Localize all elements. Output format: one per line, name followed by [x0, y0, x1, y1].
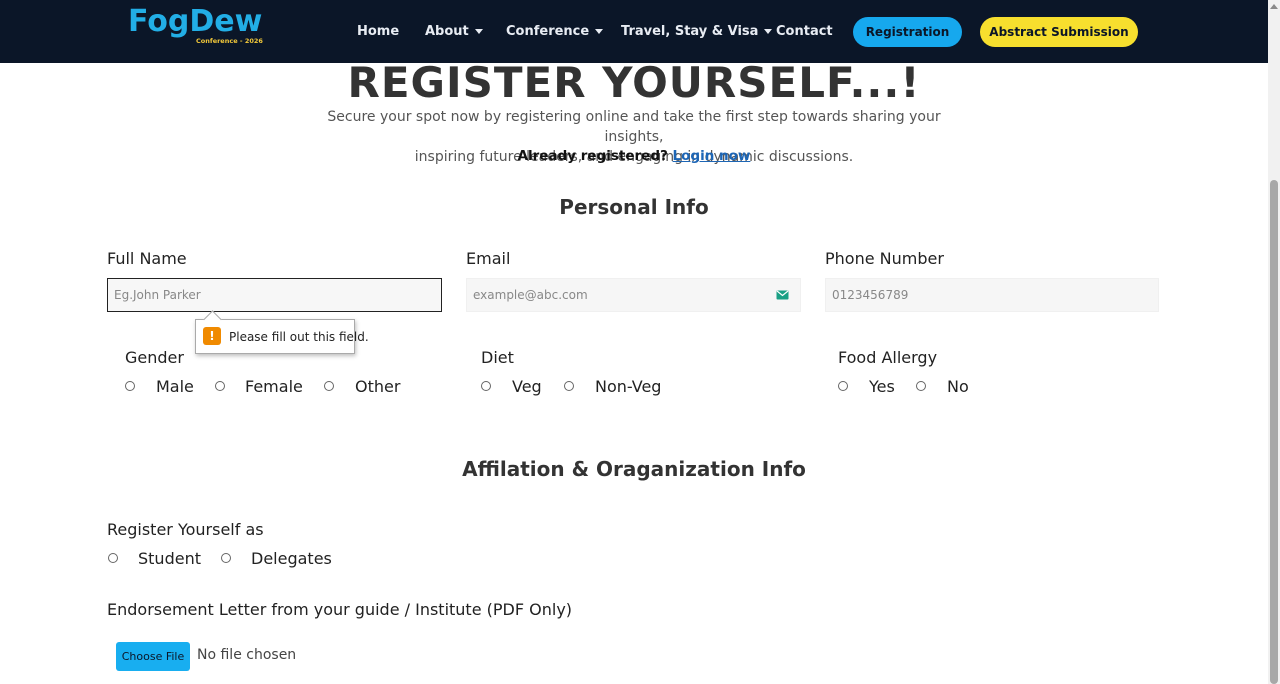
nav-home[interactable]: Home [357, 24, 399, 39]
page-title: REGISTER YOURSELF...! [347, 58, 921, 107]
nav-conference[interactable]: Conference [506, 24, 604, 39]
allergy-no-radio[interactable] [916, 381, 926, 391]
nav-about[interactable]: About [425, 24, 483, 39]
already-registered-text: Already registered? [517, 148, 668, 164]
logo[interactable]: FogDew Conference - 2026 [128, 4, 268, 48]
scrollbar[interactable] [1268, 0, 1280, 684]
gender-other-radio[interactable] [324, 381, 334, 391]
full-name-label: Full Name [107, 249, 187, 268]
already-registered: Already registered? Login now [0, 148, 1268, 164]
gender-label: Gender [125, 348, 184, 367]
warning-icon: ! [203, 327, 221, 345]
nav-travel[interactable]: Travel, Stay & Visa [621, 24, 773, 39]
gender-female-radio[interactable] [215, 381, 225, 391]
subtitle-line-1: Secure your spot now by registering onli… [327, 109, 941, 145]
login-link[interactable]: Login now [673, 148, 751, 164]
choose-file-button[interactable]: Choose File [116, 642, 190, 671]
register-student-label: Student [138, 549, 201, 568]
phone-label: Phone Number [825, 249, 944, 268]
allergy-yes-label: Yes [869, 377, 895, 396]
register-delegates-label: Delegates [251, 549, 332, 568]
abstract-submission-button[interactable]: Abstract Submission [980, 17, 1138, 47]
register-as-label: Register Yourself as [107, 520, 264, 539]
affiliation-heading: Affilation & Oraganization Info [462, 457, 806, 481]
register-delegates-radio[interactable] [221, 553, 231, 563]
endorsement-label: Endorsement Letter from your guide / Ins… [107, 600, 573, 619]
site-header: FogDew Conference - 2026 Home About Conf… [0, 0, 1268, 63]
chevron-down-icon [764, 29, 773, 34]
envelope-icon [776, 290, 789, 300]
email-label: Email [466, 249, 511, 268]
email-input[interactable]: example@abc.com [466, 278, 801, 312]
diet-nonveg-radio[interactable] [564, 381, 574, 391]
phone-input[interactable]: 0123456789 [825, 278, 1159, 312]
diet-veg-label: Veg [512, 377, 542, 396]
allergy-yes-radio[interactable] [838, 381, 848, 391]
nav-contact[interactable]: Contact [776, 24, 833, 39]
scroll-up-arrow-icon[interactable] [1270, 4, 1278, 9]
registration-button[interactable]: Registration [853, 17, 962, 47]
food-allergy-label: Food Allergy [838, 348, 938, 367]
chevron-down-icon [474, 29, 483, 34]
logo-subtitle: Conference - 2026 [196, 37, 263, 45]
gender-other-label: Other [355, 377, 401, 396]
validation-message: Please fill out this field. [229, 330, 369, 344]
validation-tooltip: ! Please fill out this field. [195, 319, 369, 354]
logo-text: FogDew [128, 4, 263, 39]
diet-nonveg-label: Non-Veg [595, 377, 662, 396]
chevron-down-icon [595, 29, 604, 34]
register-student-radio[interactable] [108, 553, 118, 563]
allergy-no-label: No [947, 377, 969, 396]
file-status-text: No file chosen [197, 647, 297, 663]
nav-about-label: About [425, 24, 469, 39]
personal-info-heading: Personal Info [559, 195, 709, 219]
gender-female-label: Female [245, 377, 303, 396]
gender-male-label: Male [156, 377, 194, 396]
gender-male-radio[interactable] [125, 381, 135, 391]
nav-travel-label: Travel, Stay & Visa [621, 24, 759, 39]
nav-conference-label: Conference [506, 24, 590, 39]
diet-veg-radio[interactable] [481, 381, 491, 391]
scrollbar-thumb[interactable] [1270, 180, 1278, 684]
diet-label: Diet [481, 348, 514, 367]
full-name-input[interactable]: Eg.John Parker [107, 278, 442, 312]
